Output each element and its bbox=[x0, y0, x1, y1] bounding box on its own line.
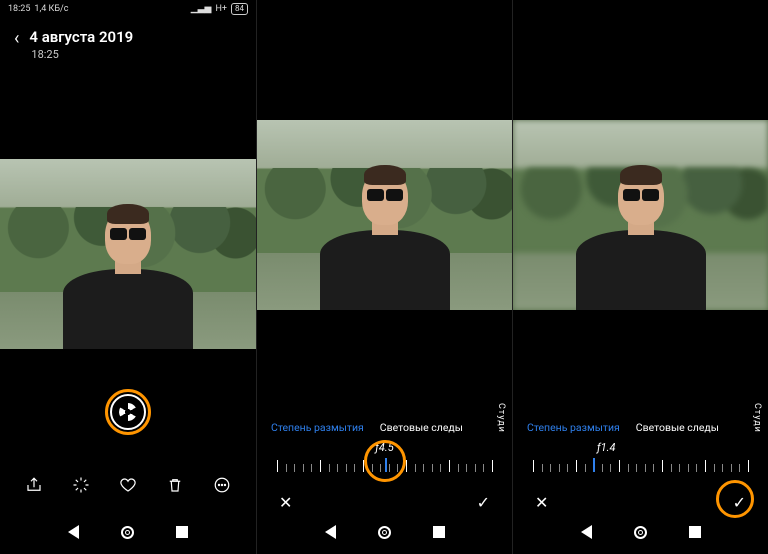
status-signal-icon: ▁▃▅ bbox=[191, 4, 212, 14]
share-icon[interactable] bbox=[23, 474, 45, 496]
photo-preview[interactable] bbox=[0, 159, 256, 349]
editor-tabs: Степень размытия Световые следы Студи bbox=[257, 421, 512, 434]
aperture-value: ƒ4.5 bbox=[375, 441, 393, 454]
effects-icon[interactable] bbox=[70, 474, 92, 496]
nav-recent-icon[interactable] bbox=[689, 526, 701, 538]
status-time: 18:25 bbox=[8, 4, 30, 14]
tab-blur[interactable]: Степень размытия bbox=[527, 421, 620, 434]
nav-bar bbox=[257, 518, 512, 546]
nav-home-icon[interactable] bbox=[378, 526, 391, 539]
nav-recent-icon[interactable] bbox=[433, 526, 445, 538]
photo-preview[interactable] bbox=[257, 120, 512, 310]
nav-recent-icon[interactable] bbox=[176, 526, 188, 538]
cancel-button[interactable]: ✕ bbox=[279, 493, 292, 512]
nav-home-icon[interactable] bbox=[121, 526, 134, 539]
screen-photo-viewer: 18:25 1,4 КБ/с ▁▃▅ H+ 84 ‹ 4 августа 201… bbox=[0, 0, 256, 554]
delete-icon[interactable] bbox=[164, 474, 186, 496]
back-icon[interactable]: ‹ bbox=[14, 30, 19, 48]
tab-blur[interactable]: Степень размытия bbox=[271, 421, 364, 434]
tab-studio[interactable]: Студи bbox=[752, 403, 762, 453]
tab-studio[interactable]: Студи bbox=[496, 403, 506, 453]
aperture-slider[interactable] bbox=[533, 458, 748, 472]
status-battery: 84 bbox=[231, 3, 248, 15]
screen-blur-editor-low: Степень размытия Световые следы Студи ƒ1… bbox=[512, 0, 768, 554]
screen-blur-editor-mid: Степень размытия Световые следы Студи ƒ4… bbox=[256, 0, 512, 554]
aperture-value: ƒ1.4 bbox=[597, 441, 615, 454]
viewer-header: ‹ 4 августа 2019 18:25 bbox=[0, 18, 256, 67]
photo-date: 4 августа 2019 bbox=[29, 28, 133, 46]
favorite-icon[interactable] bbox=[117, 474, 139, 496]
cancel-button[interactable]: ✕ bbox=[535, 493, 548, 512]
confirm-button[interactable]: ✓ bbox=[733, 493, 746, 512]
photo-time: 18:25 bbox=[31, 48, 133, 61]
action-bar bbox=[0, 474, 256, 496]
nav-back-icon[interactable] bbox=[68, 525, 79, 539]
tab-light-trails[interactable]: Световые следы bbox=[636, 421, 719, 434]
nav-home-icon[interactable] bbox=[634, 526, 647, 539]
nav-bar bbox=[513, 518, 768, 546]
aperture-slider[interactable] bbox=[277, 458, 492, 472]
status-network: H+ bbox=[215, 4, 227, 14]
tab-light-trails[interactable]: Световые следы bbox=[380, 421, 463, 434]
confirm-button[interactable]: ✓ bbox=[477, 493, 490, 512]
nav-back-icon[interactable] bbox=[325, 525, 336, 539]
more-icon[interactable] bbox=[211, 474, 233, 496]
nav-bar bbox=[0, 518, 256, 546]
status-bar: 18:25 1,4 КБ/с ▁▃▅ H+ 84 bbox=[0, 0, 256, 18]
nav-back-icon[interactable] bbox=[581, 525, 592, 539]
aperture-button[interactable] bbox=[110, 394, 146, 430]
editor-tabs: Степень размытия Световые следы Студи bbox=[513, 421, 768, 434]
aperture-icon bbox=[119, 403, 137, 421]
status-netspeed: 1,4 КБ/с bbox=[34, 4, 68, 14]
photo-preview[interactable] bbox=[513, 120, 768, 310]
